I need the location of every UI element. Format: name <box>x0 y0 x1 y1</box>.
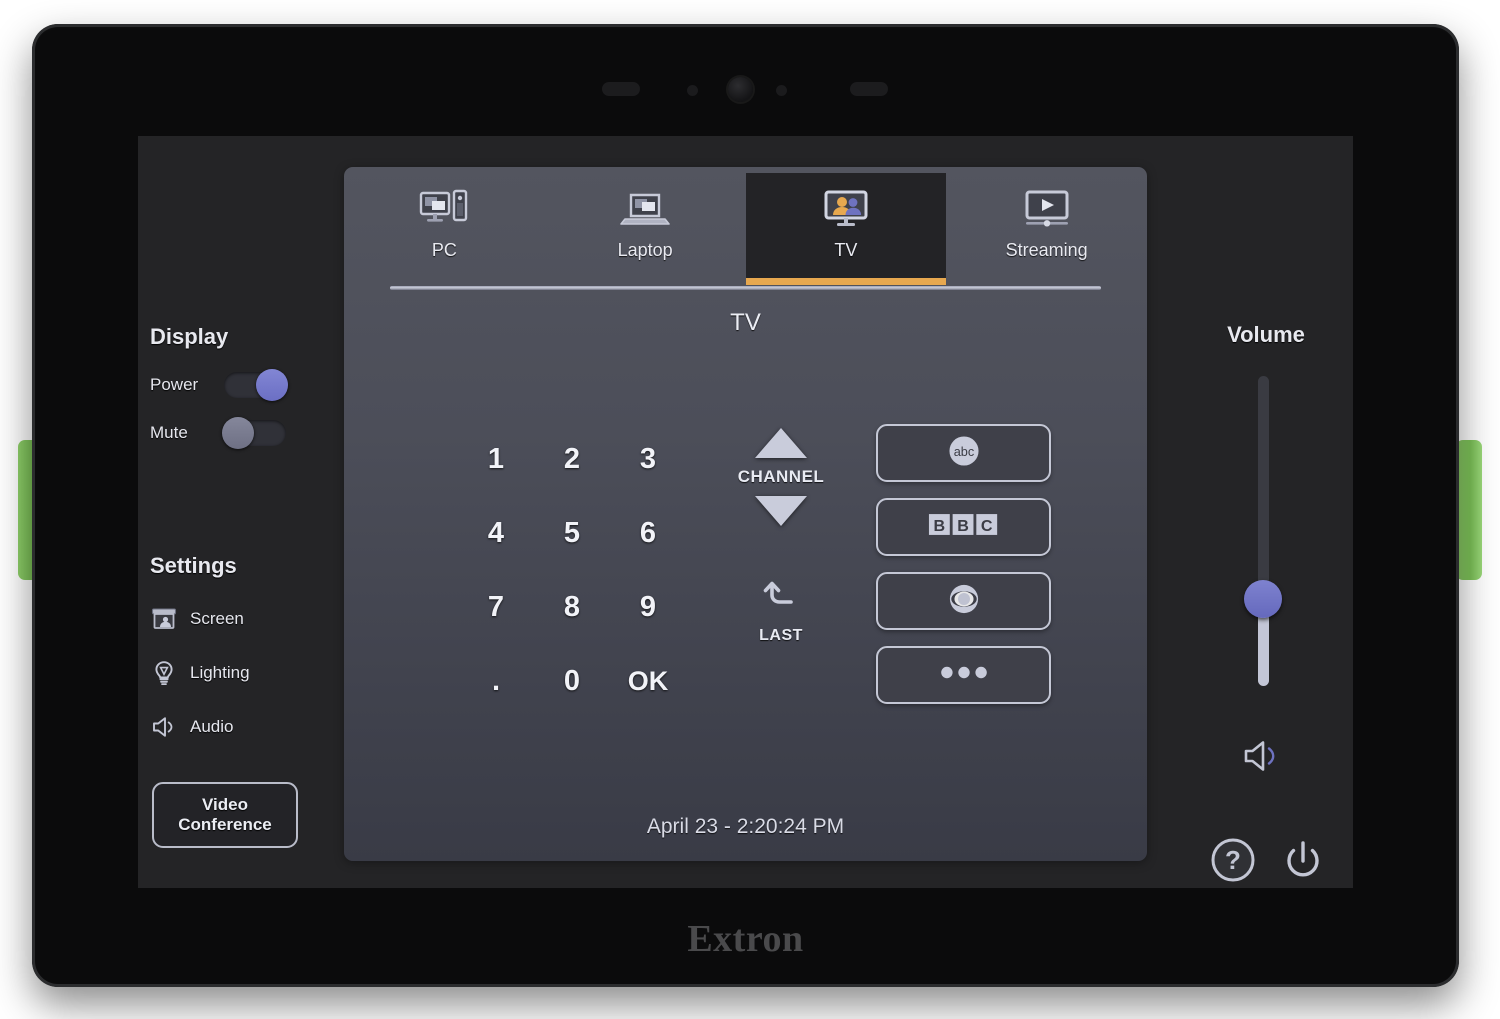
tab-pc[interactable]: PC <box>344 173 545 285</box>
sensor-dot-left <box>687 85 698 96</box>
power-toggle-switch[interactable] <box>224 369 288 401</box>
last-channel-button[interactable]: LAST <box>758 574 804 645</box>
help-button[interactable]: ? <box>1209 836 1257 884</box>
channel-controls: CHANNEL LAST <box>686 422 876 645</box>
sensor-dot-right <box>776 85 787 96</box>
keypad-key-5[interactable]: 5 <box>534 496 610 570</box>
volume-slider-knob[interactable] <box>1244 580 1282 619</box>
tab-streaming[interactable]: Streaming <box>946 173 1147 285</box>
volume-slider-track[interactable] <box>1244 376 1282 686</box>
ellipsis-icon <box>935 663 993 687</box>
cbs-eye-logo-icon <box>944 579 984 624</box>
power-toggle-row[interactable]: Power <box>150 369 310 401</box>
channel-preset-buttons: abc B B C <box>876 422 1051 704</box>
device-top-bezel <box>32 70 1459 110</box>
tab-tv[interactable]: TV <box>745 173 947 285</box>
video-conference-label-line1: Video <box>202 794 248 814</box>
display-group: Display Power Mute <box>150 324 310 449</box>
numeric-keypad: 1 2 3 4 5 6 7 8 9 . 0 OK <box>458 422 686 718</box>
channel-label: CHANNEL <box>737 467 825 486</box>
svg-text:?: ? <box>1225 845 1241 875</box>
keypad-key-9[interactable]: 9 <box>610 570 686 644</box>
video-conference-button[interactable]: Video Conference <box>152 782 298 848</box>
desktop-computer-icon <box>418 187 470 233</box>
right-control-rail: Volume ? <box>1179 136 1353 888</box>
sidebar-item-screen[interactable]: Screen <box>150 605 310 633</box>
preset-button-abc[interactable]: abc <box>876 424 1051 482</box>
preset-button-cbs[interactable] <box>876 572 1051 630</box>
sidebar-item-audio[interactable]: Audio <box>150 713 310 741</box>
camera-lens-icon <box>728 77 753 102</box>
page-title: TV <box>730 309 761 336</box>
svg-text:abc: abc <box>953 444 974 459</box>
sidebar-item-screen-label: Screen <box>190 609 244 628</box>
tv-controls: 1 2 3 4 5 6 7 8 9 . 0 OK CHANNEL LAST ab… <box>344 422 1147 718</box>
source-tab-bar: PC Laptop TV Streaming <box>344 167 1147 285</box>
preset-button-more[interactable] <box>876 646 1051 704</box>
tab-tv-label: TV <box>834 240 858 260</box>
volume-title: Volume <box>1227 322 1305 347</box>
tab-streaming-label: Streaming <box>1005 240 1088 260</box>
keypad-key-7[interactable]: 7 <box>458 570 534 644</box>
keypad-key-0[interactable]: 0 <box>534 644 610 718</box>
speaker-icon <box>150 713 178 741</box>
keypad-key-8[interactable]: 8 <box>534 570 610 644</box>
tab-divider <box>390 286 1101 290</box>
power-toggle-label: Power <box>150 375 199 394</box>
video-conference-label-line2: Conference <box>178 815 272 834</box>
lightbulb-icon <box>150 659 178 687</box>
bbc-logo-icon: B B C <box>928 511 1000 543</box>
keypad-key-3[interactable]: 3 <box>610 422 686 496</box>
mute-toggle-knob <box>222 417 254 449</box>
tv-people-icon <box>820 187 872 233</box>
back-arrow-icon <box>758 574 804 621</box>
video-play-icon <box>1021 187 1073 233</box>
abc-logo-icon: abc <box>944 431 984 476</box>
left-control-rail: Display Power Mute Settings Screen Light… <box>138 136 312 888</box>
power-button[interactable] <box>1279 836 1327 884</box>
side-connector-tab-right <box>1456 440 1482 580</box>
svg-text:C: C <box>980 517 992 535</box>
keypad-key-1[interactable]: 1 <box>458 422 534 496</box>
svg-text:B: B <box>957 517 969 535</box>
tab-laptop[interactable]: Laptop <box>545 173 746 285</box>
projector-screen-icon <box>150 605 178 633</box>
keypad-key-2[interactable]: 2 <box>534 422 610 496</box>
mute-toggle-row[interactable]: Mute <box>150 417 310 449</box>
mute-toggle-label: Mute <box>150 423 188 442</box>
sidebar-item-lighting-label: Lighting <box>190 663 250 682</box>
source-panel: PC Laptop TV Streaming TV 1 2 3 4 5 6 7 … <box>344 167 1147 861</box>
sidebar-item-audio-label: Audio <box>190 717 234 736</box>
triangle-down-icon[interactable] <box>755 496 807 526</box>
last-label: LAST <box>759 627 803 644</box>
keypad-key-dot[interactable]: . <box>458 644 534 718</box>
tab-pc-label: PC <box>431 240 457 260</box>
display-group-title: Display <box>150 324 229 349</box>
touch-screen: Display Power Mute Settings Screen Light… <box>138 136 1353 888</box>
main-panel-area: PC Laptop TV Streaming TV 1 2 3 4 5 6 7 … <box>312 136 1179 888</box>
speaker-mute-icon[interactable] <box>1241 736 1287 776</box>
svg-text:B: B <box>933 517 945 535</box>
mute-toggle-switch[interactable] <box>222 417 286 449</box>
keypad-key-6[interactable]: 6 <box>610 496 686 570</box>
screenshot-root: Display Power Mute Settings Screen Light… <box>0 0 1500 1019</box>
keypad-key-4[interactable]: 4 <box>458 496 534 570</box>
touch-panel-device: Display Power Mute Settings Screen Light… <box>32 24 1459 987</box>
clock-display: April 23 - 2:20:24 PM <box>646 815 845 838</box>
brand-logo: Extron <box>687 918 804 960</box>
keypad-key-ok[interactable]: OK <box>610 644 686 718</box>
triangle-up-icon[interactable] <box>755 428 807 458</box>
tab-laptop-label: Laptop <box>617 240 673 260</box>
settings-group: Settings Screen Lighting Audio <box>150 553 310 741</box>
power-toggle-knob <box>256 369 288 401</box>
speaker-slot-right <box>850 82 888 96</box>
laptop-icon <box>619 187 671 233</box>
sidebar-item-lighting[interactable]: Lighting <box>150 659 310 687</box>
preset-button-bbc[interactable]: B B C <box>876 498 1051 556</box>
settings-group-title: Settings <box>150 553 237 578</box>
speaker-slot-left <box>602 82 640 96</box>
